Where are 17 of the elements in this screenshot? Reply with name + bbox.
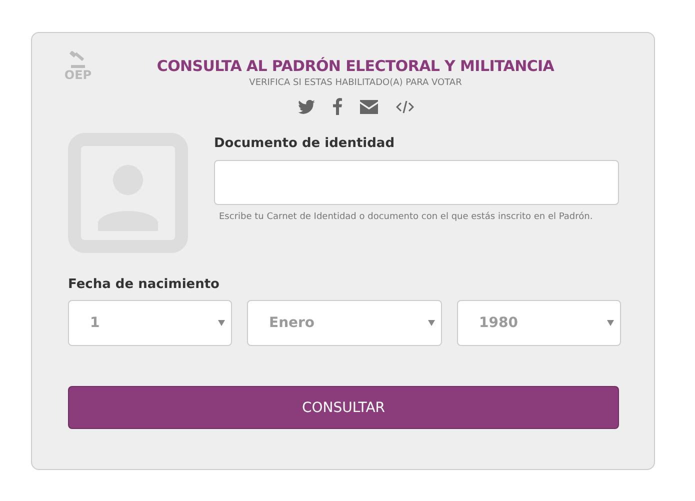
dropdown[interactable]: Enero bbox=[247, 300, 442, 346]
facebook-icon[interactable] bbox=[332, 98, 342, 115]
help-text: Escribe tu Carnet de Identidad o documento con el que estás inscrito en el Padrón. bbox=[219, 212, 594, 222]
submit-button[interactable]: CONSULTAR bbox=[68, 386, 619, 429]
caret-icon bbox=[218, 320, 225, 326]
code-icon[interactable] bbox=[396, 100, 414, 114]
caret-icon bbox=[428, 320, 435, 326]
field-label: Fecha de nacimiento bbox=[68, 277, 220, 293]
input-field[interactable] bbox=[214, 160, 619, 205]
envelope-icon[interactable] bbox=[360, 100, 378, 114]
page-title: CONSULTA AL PADRÓN ELECTORAL Y MILITANCIA bbox=[156, 57, 554, 75]
dropdown[interactable]: 1 bbox=[68, 300, 232, 346]
dropdown[interactable]: 1980 bbox=[457, 300, 621, 346]
caret-icon bbox=[607, 320, 614, 326]
subtitle: VERIFICA SI ESTAS HABILITADO(A) PARA VOTAR bbox=[249, 78, 462, 88]
field-label: Documento de identidad bbox=[214, 136, 396, 152]
twitter-bird-icon[interactable] bbox=[298, 100, 314, 114]
